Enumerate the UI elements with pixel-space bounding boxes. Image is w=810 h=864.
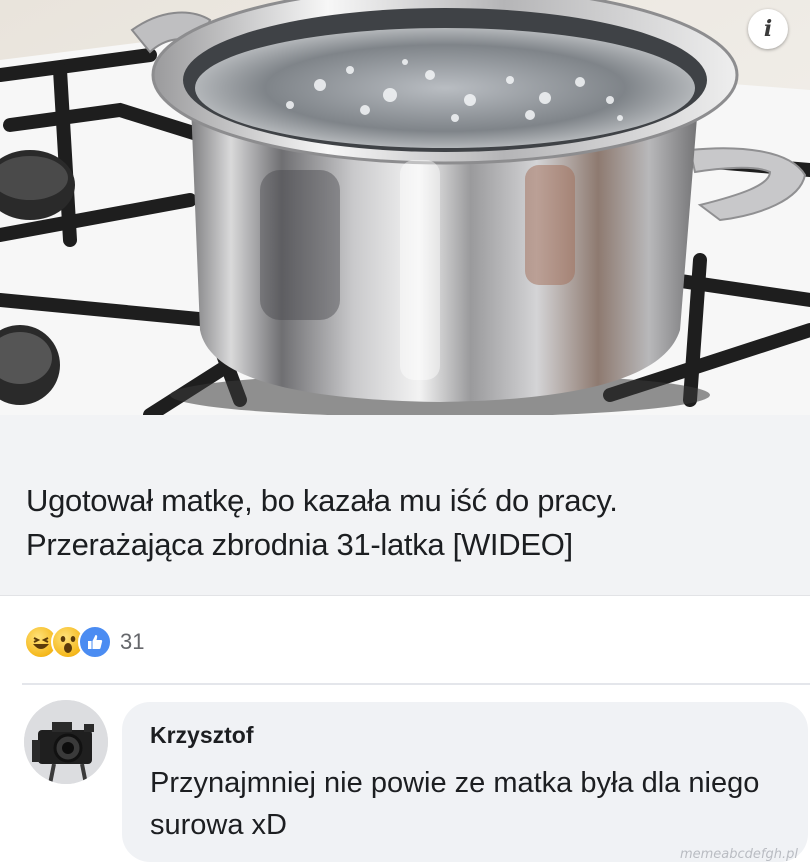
reaction-count[interactable]: 31 bbox=[120, 629, 144, 655]
post-image[interactable]: i bbox=[0, 0, 810, 415]
like-reaction-icon bbox=[78, 625, 112, 659]
comment-author[interactable]: Krzysztof bbox=[150, 722, 254, 749]
reaction-summary[interactable]: 31 bbox=[24, 622, 144, 662]
link-preview[interactable]: Ugotował matkę, bo kazała mu iść do prac… bbox=[0, 415, 810, 596]
info-icon[interactable]: i bbox=[748, 9, 788, 49]
camera-avatar-icon bbox=[24, 700, 108, 784]
pot-on-stove-image bbox=[0, 0, 810, 415]
link-headline[interactable]: Ugotował matkę, bo kazała mu iść do prac… bbox=[26, 479, 801, 567]
divider bbox=[22, 683, 810, 685]
avatar[interactable] bbox=[24, 700, 108, 784]
watermark: memeabcdefgh.pl bbox=[679, 847, 798, 862]
comment-bubble[interactable]: Krzysztof Przynajmniej nie powie ze matk… bbox=[122, 702, 808, 862]
comment-text: Przynajmniej nie powie ze matka była dla… bbox=[150, 767, 760, 841]
